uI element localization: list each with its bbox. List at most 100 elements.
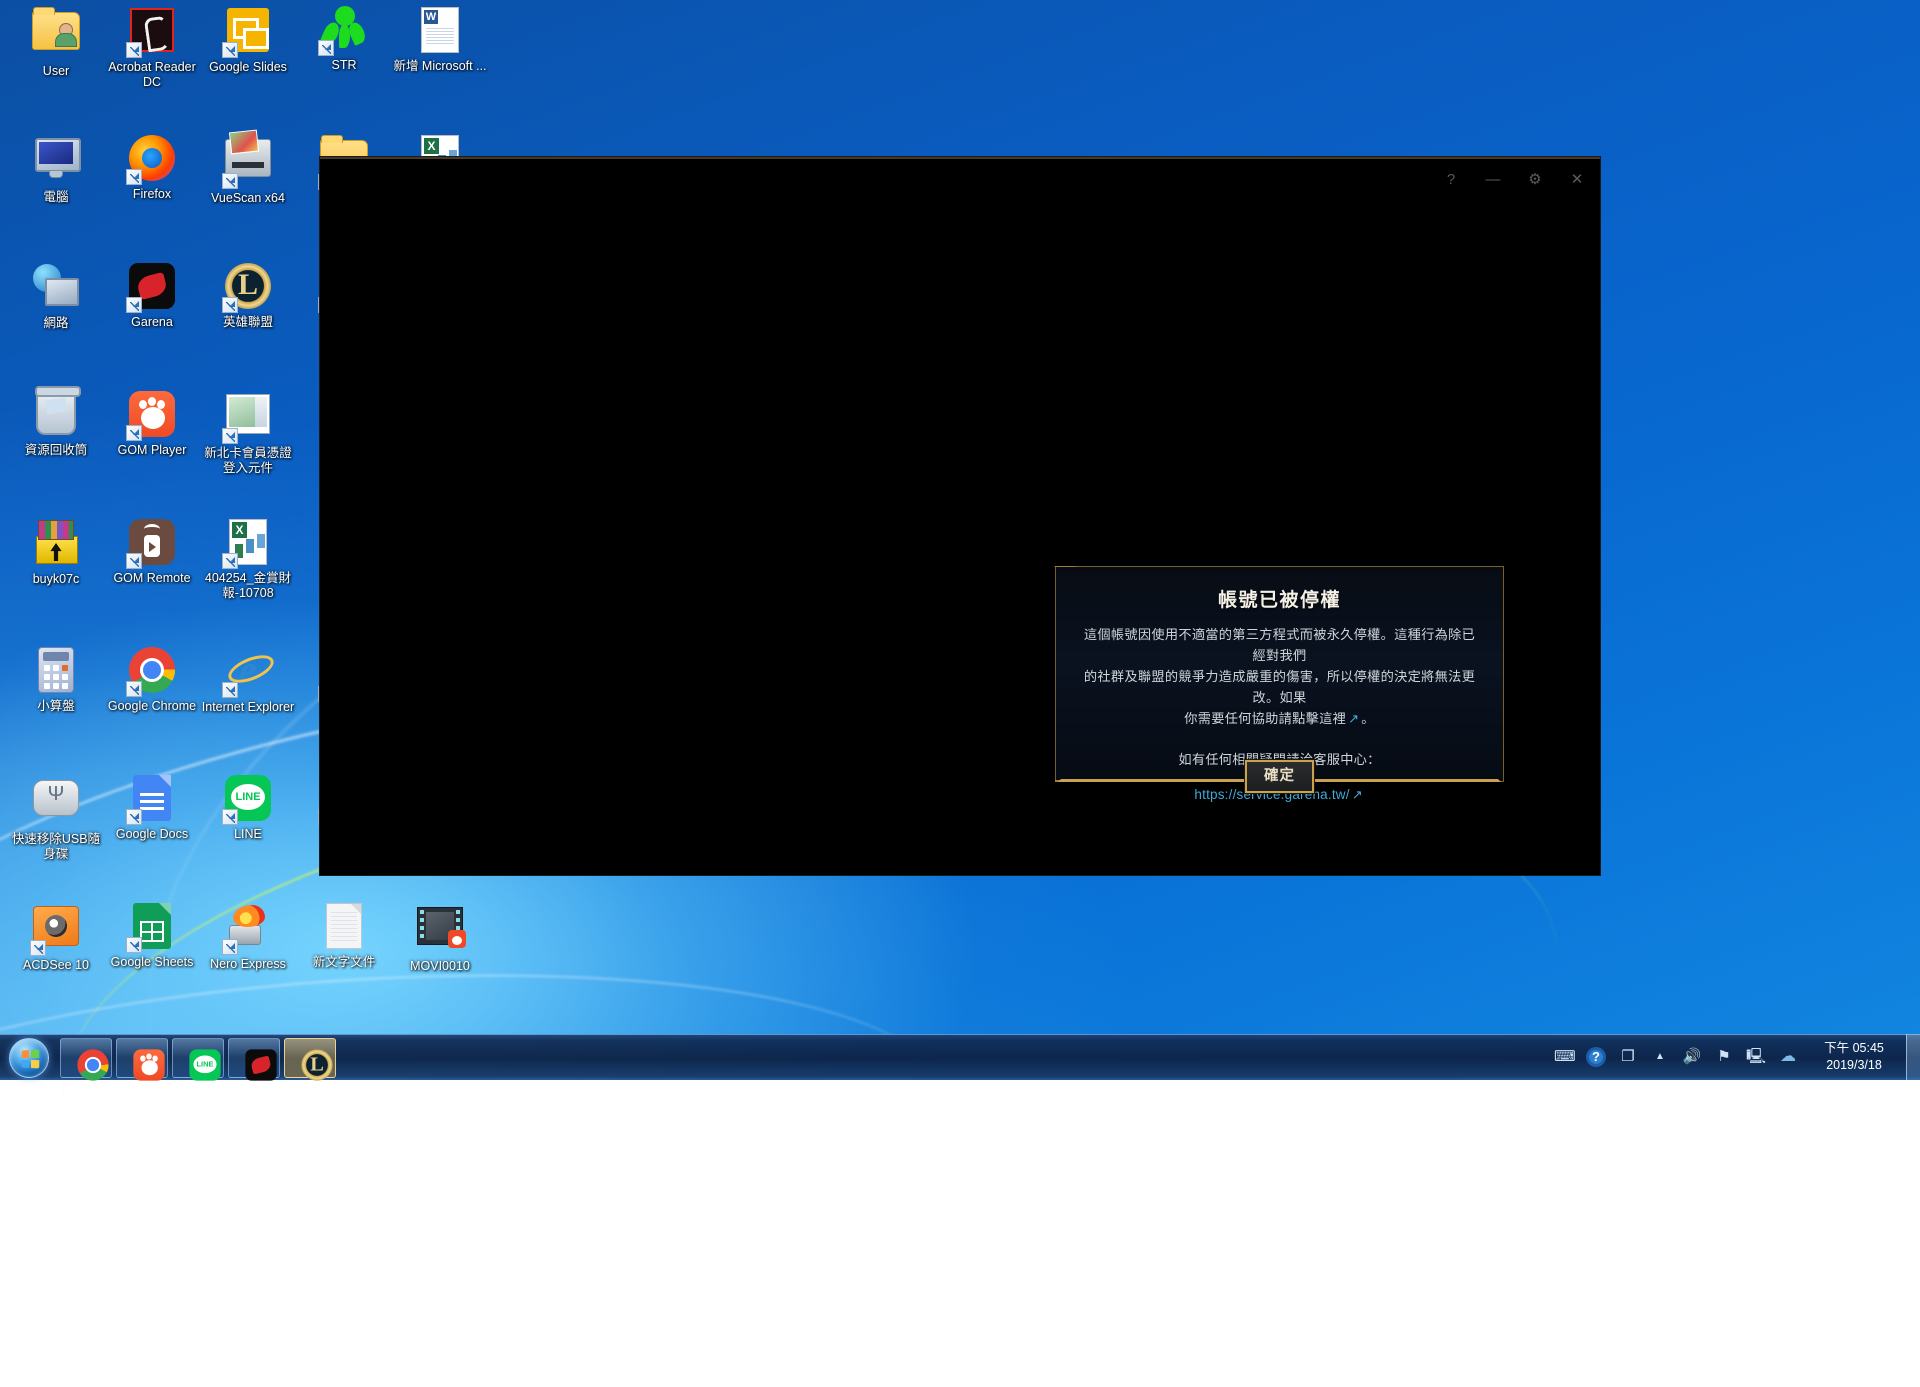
desktop-icon-label: 英雄聯盟 bbox=[200, 315, 296, 330]
desktop-icon-buyk07c[interactable]: buyk07c bbox=[8, 518, 104, 587]
video-file-icon bbox=[416, 907, 464, 955]
desktop-icon-label: Google Docs bbox=[104, 827, 200, 842]
desktop-icon-google-chrome[interactable]: Google Chrome bbox=[104, 646, 200, 714]
usb-eject-icon bbox=[32, 780, 80, 828]
desktop-icon-電腦[interactable]: 電腦 bbox=[8, 134, 104, 205]
desktop-icon-label: Nero Express bbox=[200, 957, 296, 972]
shortcut-arrow-icon bbox=[318, 40, 334, 56]
desktop-icon-label: LINE bbox=[200, 827, 296, 842]
firefox-icon bbox=[128, 135, 176, 183]
desktop-icon-小算盤[interactable]: 小算盤 bbox=[8, 646, 104, 714]
desktop-icon-acrobat-reader-dc[interactable]: Acrobat Reader DC bbox=[104, 6, 200, 89]
taskbar-item-英雄聯盟[interactable] bbox=[284, 1038, 336, 1078]
action-center-flag-icon[interactable]: ⚑ bbox=[1714, 1047, 1734, 1067]
excel-file-icon bbox=[224, 519, 272, 567]
show-hidden-icons-icon[interactable]: ▲ bbox=[1650, 1047, 1670, 1067]
desktop-icon-label: Acrobat Reader DC bbox=[104, 60, 200, 89]
taskbar-item-google-chrome[interactable] bbox=[60, 1038, 112, 1078]
shortcut-arrow-icon bbox=[126, 553, 142, 569]
external-link-arrow-icon[interactable]: ↗ bbox=[1346, 711, 1361, 726]
start-button[interactable] bbox=[2, 1037, 56, 1079]
dialog-title: 帳號已被停權 bbox=[1056, 585, 1503, 612]
internet-explorer-icon bbox=[224, 648, 272, 696]
show-desktop-button[interactable] bbox=[1906, 1034, 1920, 1080]
desktop-icon-資源回收筒[interactable]: 資源回收筒 bbox=[8, 390, 104, 458]
desktop-icon-label: 404254_金賞財報-10708 bbox=[200, 571, 296, 600]
desktop-icon-user[interactable]: User bbox=[8, 6, 104, 79]
desktop-icon-nero-express[interactable]: Nero Express bbox=[200, 902, 296, 972]
nero-express-icon bbox=[224, 905, 272, 953]
shortcut-arrow-icon bbox=[126, 937, 142, 953]
desktop-icon-label: Google Chrome bbox=[104, 699, 200, 714]
desktop-icon-新增-microsoft-...[interactable]: 新增 Microsoft ... bbox=[392, 6, 488, 74]
desktop-icon-garena[interactable]: Garena bbox=[104, 262, 200, 330]
gom-remote-icon bbox=[128, 519, 176, 567]
clock[interactable]: 下午 05:45 2019/3/18 bbox=[1808, 1040, 1904, 1074]
archive-box-icon bbox=[32, 520, 80, 568]
recycle-bin-icon bbox=[32, 391, 80, 439]
desktop-icon-str[interactable]: STR bbox=[296, 6, 392, 73]
desktop-icon-新北卡會員憑證登入元件[interactable]: 新北卡會員憑證登入元件 bbox=[200, 390, 296, 475]
desktop-icon-快速移除usb隨身碟[interactable]: 快速移除USB隨身碟 bbox=[8, 774, 104, 861]
calculator-icon bbox=[32, 647, 80, 695]
desktop-icon-label: GOM Player bbox=[104, 443, 200, 458]
gear-icon[interactable]: ⚙ bbox=[1526, 169, 1544, 191]
onedrive-cloud-icon[interactable]: ☁ bbox=[1778, 1047, 1798, 1067]
ime-keyboard-icon[interactable]: ⌨ bbox=[1554, 1047, 1574, 1067]
league-client-window[interactable]: ? — ⚙ ✕ 帳號已被停權 這個帳號因使用不適當的第三方程式而被永久停權。這種… bbox=[320, 157, 1600, 875]
desktop-icon-label: VueScan x64 bbox=[200, 191, 296, 206]
close-icon[interactable]: ✕ bbox=[1568, 169, 1586, 191]
taskbar-item-garena[interactable] bbox=[228, 1038, 280, 1078]
dialog-message: 這個帳號因使用不適當的第三方程式而被永久停權。這種行為除已經對我們 的社群及聯盟… bbox=[1080, 624, 1479, 729]
chrome-icon bbox=[70, 1042, 102, 1074]
taskbar-items bbox=[56, 1038, 336, 1078]
desktop-icon-label: 新北卡會員憑證登入元件 bbox=[200, 446, 296, 475]
line-icon bbox=[224, 775, 272, 823]
shortcut-arrow-icon bbox=[126, 681, 142, 697]
acdsee-icon bbox=[32, 906, 80, 954]
taskbar-item-line[interactable] bbox=[172, 1038, 224, 1078]
desktop-icon-網路[interactable]: 網路 bbox=[8, 262, 104, 331]
desktop-icon-vuescan-x64[interactable]: VueScan x64 bbox=[200, 134, 296, 206]
shortcut-arrow-icon bbox=[222, 939, 238, 955]
desktop-icon-label: Google Slides bbox=[200, 60, 296, 75]
dialog-message-line-3: 你需要任何協助請點擊這裡 bbox=[1184, 711, 1346, 726]
desktop-icon-新文字文件[interactable]: 新文字文件 bbox=[296, 902, 392, 970]
shortcut-arrow-icon bbox=[222, 173, 238, 189]
desktop-icon-label: 新增 Microsoft ... bbox=[392, 59, 488, 74]
desktop-icon-label: Google Sheets bbox=[104, 955, 200, 970]
desktop-icon-英雄聯盟[interactable]: 英雄聯盟 bbox=[200, 262, 296, 330]
gom-player-icon bbox=[126, 1042, 158, 1074]
desktop-icon-gom-remote[interactable]: GOM Remote bbox=[104, 518, 200, 586]
desktop-icon-google-docs[interactable]: Google Docs bbox=[104, 774, 200, 842]
desktop-icon-404254_金賞財報-10708[interactable]: 404254_金賞財報-10708 bbox=[200, 518, 296, 600]
account-banned-dialog: 帳號已被停權 這個帳號因使用不適當的第三方程式而被永久停權。這種行為除已經對我們… bbox=[1055, 566, 1504, 782]
desktop-background[interactable]: UserAcrobat Reader DCGoogle SlidesSTR新增 … bbox=[0, 0, 1920, 1080]
confirm-button[interactable]: 確定 bbox=[1245, 760, 1314, 793]
network-icon[interactable]: 🖳 bbox=[1746, 1047, 1766, 1067]
desktop-icon-firefox[interactable]: Firefox bbox=[104, 134, 200, 202]
desktop-icon-google-slides[interactable]: Google Slides bbox=[200, 6, 296, 75]
window-switch-icon[interactable]: ❐ bbox=[1618, 1047, 1638, 1067]
str-icon bbox=[320, 6, 368, 54]
taskbar-item-gom-player[interactable] bbox=[116, 1038, 168, 1078]
minimize-icon[interactable]: — bbox=[1484, 169, 1502, 191]
desktop-icon-google-sheets[interactable]: Google Sheets bbox=[104, 902, 200, 970]
desktop-icon-line[interactable]: LINE bbox=[200, 774, 296, 842]
shortcut-arrow-icon bbox=[222, 553, 238, 569]
desktop-icon-movi0010[interactable]: MOVI0010 bbox=[392, 902, 488, 974]
desktop-icon-label: Garena bbox=[104, 315, 200, 330]
text-file-icon bbox=[320, 903, 368, 951]
help-icon[interactable]: ? bbox=[1442, 169, 1460, 191]
line-icon bbox=[182, 1042, 214, 1074]
volume-icon[interactable]: 🔊 bbox=[1682, 1047, 1702, 1067]
desktop-icon-gom-player[interactable]: GOM Player bbox=[104, 390, 200, 458]
desktop-icon-internet-explorer[interactable]: Internet Explorer bbox=[200, 646, 296, 715]
desktop-icon-label: 小算盤 bbox=[8, 699, 104, 714]
desktop-icon-label: STR bbox=[296, 58, 392, 73]
help-circle-icon[interactable]: ? bbox=[1586, 1047, 1606, 1067]
word-document-icon bbox=[416, 7, 464, 55]
shortcut-arrow-icon bbox=[126, 42, 142, 58]
desktop-icon-acdsee-10[interactable]: ACDSee 10 bbox=[8, 902, 104, 973]
desktop-icon-label: 新文字文件 bbox=[296, 955, 392, 970]
